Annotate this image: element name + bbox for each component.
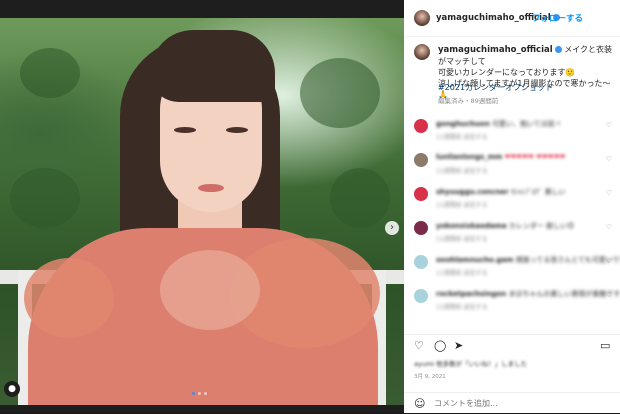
comment-meta[interactable]: 11週間前 返信する (436, 166, 488, 175)
comment-meta[interactable]: 11週間前 返信する (436, 302, 488, 311)
caption-username[interactable]: yamaguchimaho_official (438, 45, 562, 55)
lips (198, 184, 224, 192)
likes-summary[interactable]: ayumi 他多数が「いいね！」しました (414, 358, 527, 368)
verified-icon (554, 46, 562, 53)
heart-icon[interactable]: ♡ (606, 291, 612, 299)
comment-text: lunlianlongs_mm ❤❤❤❤❤ ❤❤❤❤❤ (436, 153, 566, 161)
avatar[interactable] (414, 289, 428, 303)
hashtag-link[interactable]: #2021カレンダーオフショット (438, 82, 553, 93)
post-photo[interactable]: › ● (0, 18, 404, 405)
comment-item: yokonsixkaodama カレンダー 欲しい😊 11週間前 返信する ♡ (404, 217, 620, 251)
comment-meta[interactable]: 11週間前 返信する (436, 200, 488, 209)
next-image-button[interactable]: › (385, 221, 399, 235)
comment-icon[interactable]: ◯ (434, 339, 446, 352)
heart-icon[interactable]: ♡ (414, 339, 424, 352)
emoji-icon[interactable]: ☺ (414, 397, 425, 410)
heart-icon[interactable]: ♡ (606, 189, 612, 197)
comment-meta[interactable]: 11週間前 返信する (436, 132, 488, 141)
comment-input[interactable] (434, 399, 554, 408)
comment-item: lunlianlongs_mm ❤❤❤❤❤ ❤❤❤❤❤ 11週間前 返信する ♡ (404, 149, 620, 183)
comment-meta[interactable]: 11週間前 返信する (436, 268, 488, 277)
comment-text: rocketpachsingon まほちゃんの美しい表情が素敵です (436, 290, 620, 298)
comment-item: gonghuchuon 可愛い、抱いてほ前ヾ 11週間前 返信する ♡ (404, 115, 620, 149)
comment-item: ooohlamnucho.gam 頑張ってる皆さんとても可愛いですね 11週間前… (404, 251, 620, 285)
heart-icon[interactable]: ♡ (606, 257, 612, 265)
post-meta: 編集済み・89週間前 (438, 97, 499, 105)
follow-button[interactable]: フォローする (532, 12, 583, 24)
heart-icon[interactable]: ♡ (606, 121, 612, 129)
carousel-dots (192, 392, 207, 395)
avatar[interactable] (414, 187, 428, 201)
post-side-panel: yamaguchimaho_official フォローする yamaguchim… (404, 0, 620, 413)
heart-icon[interactable]: ♡ (606, 155, 612, 163)
comment-meta[interactable]: 11週間前 返信する (436, 234, 488, 243)
avatar[interactable] (414, 153, 428, 167)
comment-text: yokonsixkaodama カレンダー 欲しい😊 (436, 222, 575, 230)
add-comment-bar: ☺ (404, 392, 620, 414)
comment-item: rocketpachsingon まほちゃんの美しい表情が素敵です 11週間前 … (404, 285, 620, 319)
post-header: yamaguchimaho_official フォローする (404, 0, 620, 37)
post-date: 3月 9, 2021 (414, 374, 446, 380)
comment-text: gonghuchuon 可愛い、抱いてほ前ヾ (436, 120, 562, 128)
avatar[interactable] (414, 10, 430, 26)
avatar[interactable] (414, 44, 430, 60)
avatar[interactable] (414, 255, 428, 269)
comment-text: ooohlamnucho.gam 頑張ってる皆さんとても可愛いですね (436, 256, 620, 264)
avatar[interactable] (414, 119, 428, 133)
person-icon[interactable]: ● (4, 381, 20, 397)
heart-icon[interactable]: ♡ (606, 223, 612, 231)
bangs (150, 30, 275, 102)
action-bar: ♡ ◯ ➤ ▭ (404, 334, 620, 355)
bookmark-icon[interactable]: ▭ (600, 339, 610, 352)
avatar[interactable] (414, 221, 428, 235)
comment-text: shyuuggu.concner ｵｼｬﾚﾌﾟﾛｸﾞ 美しい (436, 188, 566, 196)
share-icon[interactable]: ➤ (454, 339, 463, 352)
comment-item: shyuuggu.concner ｵｼｬﾚﾌﾟﾛｸﾞ 美しい 11週間前 返信す… (404, 183, 620, 217)
